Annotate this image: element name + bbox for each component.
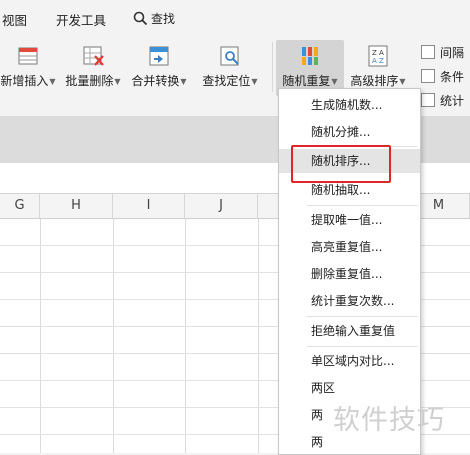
grid-line — [113, 219, 114, 453]
menu-separator — [307, 205, 417, 206]
find-icon — [220, 46, 239, 66]
column-header-h[interactable]: H — [40, 194, 113, 218]
menu-item-extract-unique[interactable]: 提取唯一值... — [279, 208, 420, 232]
condition-icon — [421, 69, 435, 83]
stats-button[interactable]: 统计 — [421, 90, 464, 110]
chevron-down-icon: ▼ — [399, 77, 406, 86]
interval-icon — [421, 45, 435, 59]
column-header-g[interactable]: G — [0, 194, 40, 218]
batch-delete-button[interactable]: 批量删除▼ — [62, 40, 124, 96]
search-button[interactable]: 查找 — [133, 8, 175, 28]
svg-text:Z A: Z A — [372, 49, 384, 57]
stats-icon — [421, 93, 435, 107]
insert-label: 新增插入 — [0, 74, 49, 88]
menu-separator — [307, 346, 417, 347]
random-repeat-label: 随机重复 — [282, 74, 331, 88]
menu-item-count-duplicates[interactable]: 统计重复次数... — [279, 289, 420, 313]
search-label: 查找 — [151, 11, 176, 26]
chevron-down-icon: ▼ — [251, 77, 258, 86]
column-header-i[interactable]: I — [113, 194, 185, 218]
sort-az-icon: Z A A Z — [368, 45, 388, 67]
menu-item-reject-duplicate-input[interactable]: 拒绝输入重复值 — [279, 319, 420, 343]
stats-label: 统计 — [440, 93, 465, 108]
chevron-down-icon: ▼ — [331, 77, 338, 86]
merge-icon — [149, 46, 169, 66]
menu-item-single-range-compare[interactable]: 单区域内对比... — [279, 349, 420, 373]
grid-line — [185, 219, 186, 453]
insert-rows-icon — [18, 47, 38, 65]
column-header-j[interactable]: J — [185, 194, 258, 218]
insert-button[interactable]: 新增插入▼ — [0, 40, 56, 96]
delete-grid-icon — [83, 46, 104, 66]
menu-item-random-allocate[interactable]: 随机分摊... — [279, 120, 420, 144]
menu-item-highlight-duplicates[interactable]: 高亮重复值... — [279, 235, 420, 259]
batch-delete-label: 批量删除 — [65, 74, 114, 88]
menu-item-delete-duplicates[interactable]: 删除重复值... — [279, 262, 420, 286]
menu-view[interactable]: 视图 — [2, 10, 27, 29]
random-bars-icon — [302, 47, 318, 65]
merge-convert-label: 合并转换 — [131, 74, 180, 88]
advanced-sort-label: 高级排序 — [350, 74, 399, 88]
interval-label: 间隔 — [440, 45, 465, 60]
svg-text:A Z: A Z — [372, 57, 384, 65]
menu-developer-tools[interactable]: 开发工具 — [56, 10, 106, 29]
chevron-down-icon: ▼ — [180, 77, 187, 86]
condition-button[interactable]: 条件 — [421, 66, 464, 86]
chevron-down-icon: ▼ — [49, 77, 56, 86]
watermark-text: 软件技巧 — [333, 405, 445, 436]
find-locate-button[interactable]: 查找定位▼ — [198, 40, 262, 96]
menu-item-generate-random[interactable]: 生成随机数... — [279, 93, 420, 117]
chevron-down-icon: ▼ — [114, 77, 121, 86]
condition-label: 条件 — [440, 69, 465, 84]
interval-button[interactable]: 间隔 — [421, 42, 464, 62]
merge-convert-button[interactable]: 合并转换▼ — [130, 40, 188, 96]
grid-line — [40, 219, 41, 453]
ribbon-separator — [272, 42, 273, 92]
find-locate-label: 查找定位 — [202, 74, 251, 88]
highlight-annotation-box — [291, 145, 391, 183]
menu-item-two-range-compare[interactable]: 两区 — [279, 376, 420, 400]
grid-line — [258, 219, 259, 453]
search-icon — [133, 11, 148, 25]
menu-bar: 视图 开发工具 查找 — [0, 0, 470, 36]
menu-separator — [307, 316, 417, 317]
